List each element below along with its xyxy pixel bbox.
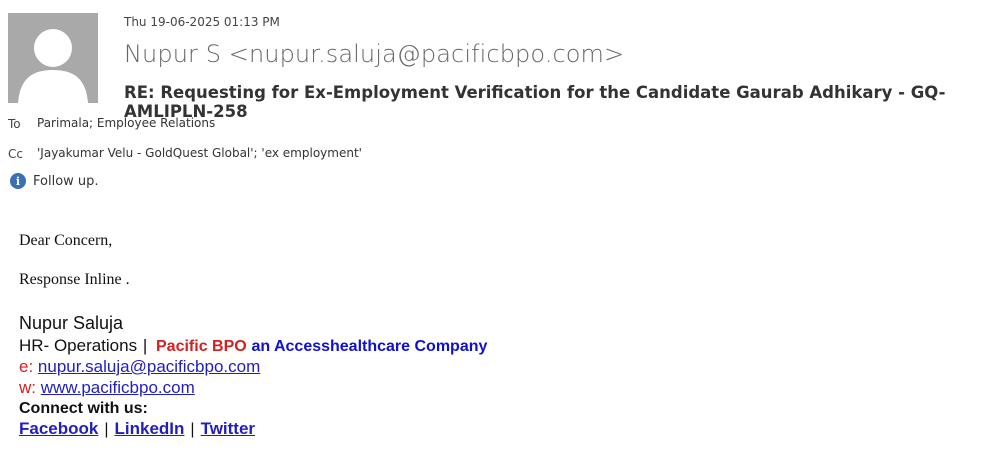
sender-name-address[interactable]: Nupur S <nupur.saluja@pacificbpo.com> [124, 40, 624, 68]
connect-heading: Connect with us: [19, 400, 148, 417]
social-separator: | [104, 421, 109, 438]
website-link[interactable]: www.pacificbpo.com [41, 378, 195, 397]
twitter-link[interactable]: Twitter [201, 419, 255, 438]
signature-role-line: HR- Operations | Pacific BPO an Accesshe… [19, 336, 487, 356]
facebook-link[interactable]: Facebook [19, 419, 98, 438]
sent-date: Thu 19-06-2025 01:13 PM [124, 15, 280, 29]
email-subject: RE: Requesting for Ex-Employment Verific… [124, 83, 946, 121]
signature-pipe: | [142, 336, 148, 355]
company-name-red: Pacific BPO [156, 338, 247, 355]
follow-up-flag[interactable]: i Follow up. [10, 173, 99, 189]
email-label: e: [19, 357, 34, 376]
cc-recipients[interactable]: 'Jayakumar Velu - GoldQuest Global'; 'ex… [37, 146, 362, 160]
to-label: To [8, 117, 21, 131]
signature-email-line: e: nupur.saluja@pacificbpo.com [19, 357, 260, 377]
social-links: Facebook | LinkedIn | Twitter [19, 419, 255, 439]
follow-up-text: Follow up. [33, 173, 99, 189]
social-separator: | [190, 421, 195, 438]
company-name-blue: an Accesshealthcare Company [251, 338, 488, 355]
signature-role: HR- Operations [19, 336, 138, 355]
linkedin-link[interactable]: LinkedIn [115, 419, 185, 438]
person-silhouette-icon [8, 13, 98, 103]
signature-name: Nupur Saluja [19, 313, 124, 333]
info-icon: i [10, 173, 26, 189]
cc-label: Cc [8, 147, 23, 161]
greeting: Dear Concern, [19, 232, 113, 249]
sender-avatar [8, 13, 98, 103]
signature-web-line: w: www.pacificbpo.com [19, 378, 195, 398]
web-label: w: [19, 378, 36, 397]
to-recipients[interactable]: Parimala; Employee Relations [37, 116, 215, 130]
email-link[interactable]: nupur.saluja@pacificbpo.com [38, 357, 260, 376]
body-line: Response Inline . [19, 271, 130, 288]
